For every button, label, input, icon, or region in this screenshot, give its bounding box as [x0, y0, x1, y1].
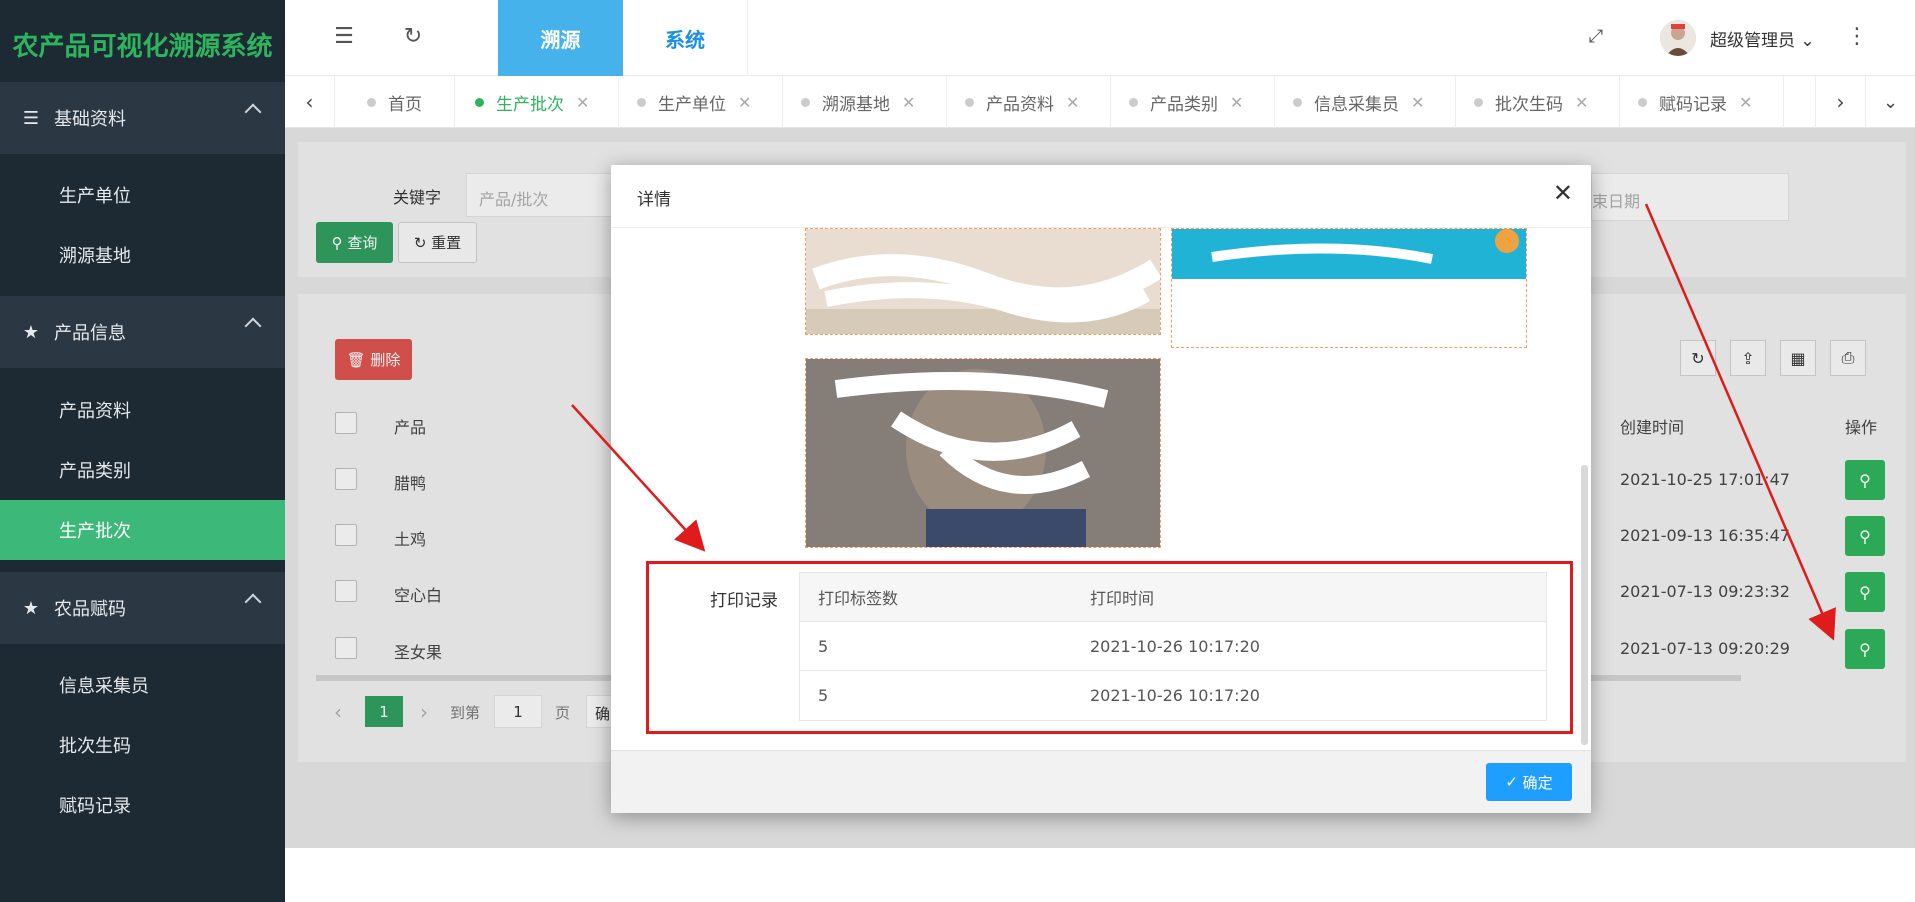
page-bottom [285, 848, 1915, 902]
sidebar-group-label: 基础资料 [54, 109, 126, 130]
photo-thumbnail[interactable] [1171, 228, 1527, 348]
tab-close-icon[interactable]: ✕ [738, 93, 751, 112]
avatar[interactable] [1660, 20, 1696, 56]
tab-close-icon[interactable]: ✕ [902, 93, 915, 112]
star-icon: ★ [22, 597, 40, 619]
sidebar-item-collector[interactable]: 信息采集员 [0, 655, 285, 715]
tab-product-category[interactable]: 产品类别 ✕ [1111, 76, 1275, 128]
sidebar-group-coding[interactable]: ★ 农品赋码 [0, 572, 285, 644]
sidebar-group-basic[interactable]: ☰ 基础资料 [0, 82, 285, 154]
modal-title: 详情 [637, 190, 671, 210]
tab-close-icon[interactable]: ✕ [1230, 93, 1243, 112]
photo-thumbnail[interactable] [805, 358, 1161, 548]
tab-dot-icon [1293, 97, 1302, 107]
sidebar-group-product[interactable]: ★ 产品信息 [0, 296, 285, 368]
tab-dot-icon [965, 97, 974, 107]
sidebar-item-code-record[interactable]: 赋码记录 [0, 775, 285, 835]
list-icon: ☰ [22, 107, 40, 129]
ok-button[interactable]: ✓ 确定 [1486, 763, 1572, 801]
tab-collector[interactable]: 信息采集员 ✕ [1275, 76, 1456, 128]
tab-home[interactable]: 首页 [335, 76, 455, 128]
chevron-down-icon: ⌄ [1800, 31, 1815, 51]
modal-header [611, 165, 1591, 228]
tab-dot-icon [637, 97, 646, 107]
sidebar-item-production-batch[interactable]: 生产批次 [0, 500, 285, 560]
tabs-next-icon[interactable]: › [1815, 76, 1865, 128]
annotation-highlight-box [646, 561, 1573, 734]
tab-close-icon[interactable]: ✕ [1066, 93, 1079, 112]
sidebar-item-trace-base[interactable]: 溯源基地 [0, 225, 285, 285]
tab-trace-base[interactable]: 溯源基地 ✕ [783, 76, 947, 128]
tab-close-icon[interactable]: ✕ [1411, 93, 1424, 112]
modal-footer [611, 750, 1591, 813]
check-icon: ✓ [1505, 773, 1518, 791]
tabs-dropdown-icon[interactable]: ⌄ [1865, 76, 1915, 128]
tab-close-icon[interactable]: ✕ [1575, 93, 1588, 112]
tab-production-batch[interactable]: 生产批次 ✕ [455, 76, 619, 128]
chevron-up-icon [244, 593, 262, 611]
tab-code-record[interactable]: 赋码记录 ✕ [1620, 76, 1784, 128]
tab-dot-icon [475, 97, 484, 107]
modal-scrollbar[interactable] [1581, 465, 1588, 745]
user-name[interactable]: 超级管理员 ⌄ [1710, 26, 1815, 51]
tab-dot-icon [1129, 97, 1138, 107]
more-vertical-icon[interactable]: ⋮ [1842, 22, 1872, 52]
sidebar-item-product-info[interactable]: 产品资料 [0, 380, 285, 440]
star-icon: ★ [22, 321, 40, 343]
photo-thumbnail[interactable] [805, 228, 1161, 335]
sidebar: 农产品可视化溯源系统 ☰ 基础资料 生产单位 溯源基地 ★ 产品信息 产品资料 … [0, 0, 285, 902]
tab-production-unit[interactable]: 生产单位 ✕ [619, 76, 783, 128]
sidebar-item-production-unit[interactable]: 生产单位 [0, 165, 285, 225]
tab-close-icon[interactable]: ✕ [1739, 93, 1752, 112]
tab-product-info[interactable]: 产品资料 ✕ [947, 76, 1111, 128]
close-icon[interactable]: ✕ [1553, 179, 1573, 207]
top-tab-suyuan[interactable]: 溯源 [498, 0, 623, 76]
sidebar-item-batch-code[interactable]: 批次生码 [0, 715, 285, 775]
sidebar-item-product-category[interactable]: 产品类别 [0, 440, 285, 500]
fullscreen-icon[interactable]: ⤢ [1581, 22, 1611, 52]
tab-batch-code[interactable]: 批次生码 ✕ [1456, 76, 1620, 128]
chevron-up-icon [244, 103, 262, 121]
sidebar-group-label: 产品信息 [54, 323, 126, 344]
tab-close-icon[interactable]: ✕ [576, 93, 589, 112]
refresh-icon[interactable]: ↻ [398, 22, 428, 52]
tab-dot-icon [1474, 97, 1483, 107]
tab-dot-icon [367, 97, 376, 107]
chevron-up-icon [244, 317, 262, 335]
tab-dot-icon [801, 97, 810, 107]
tab-dot-icon [1638, 97, 1647, 107]
tabs-prev-icon[interactable]: ‹ [285, 76, 335, 128]
menu-collapse-icon[interactable]: ☰ [329, 22, 359, 52]
app-logo-title: 农产品可视化溯源系统 [12, 31, 273, 62]
top-tab-system[interactable]: 系统 [623, 0, 748, 76]
sidebar-group-label: 农品赋码 [54, 599, 126, 620]
